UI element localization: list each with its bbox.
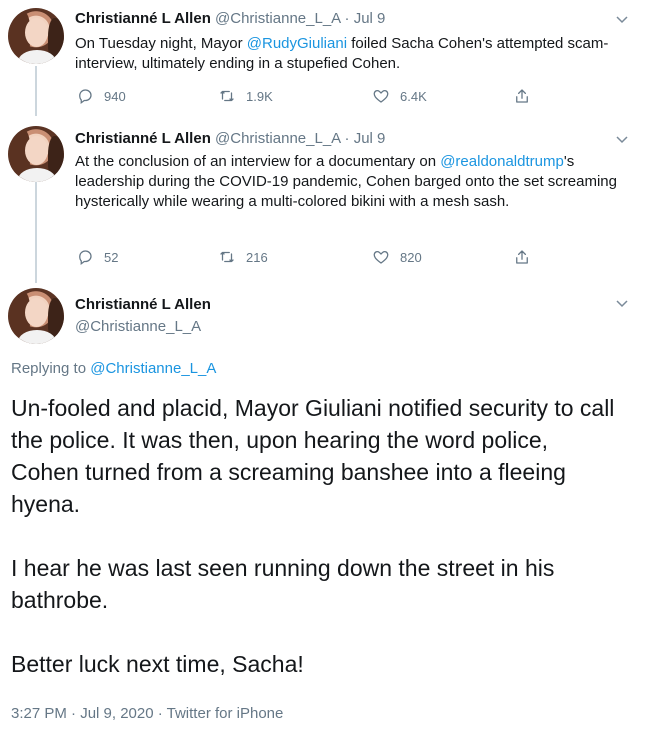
- author-handle[interactable]: @Christianne_L_A: [75, 316, 211, 338]
- retweet-button[interactable]: 216: [218, 247, 268, 267]
- author-handle[interactable]: @Christianne_L_A: [215, 10, 340, 27]
- header-separator: ·: [344, 10, 350, 27]
- tweet-text-part: On Tuesday night, Mayor: [75, 35, 247, 52]
- like-count: 820: [400, 249, 422, 265]
- reply-count: 940: [104, 88, 126, 104]
- replying-prefix: Replying to: [11, 360, 91, 377]
- tweet-date[interactable]: Jul 9: [354, 130, 386, 147]
- share-icon: [516, 250, 528, 264]
- chevron-down-icon[interactable]: [615, 132, 629, 146]
- share-button[interactable]: [513, 247, 531, 267]
- author-name[interactable]: Christianné L Allen: [75, 10, 211, 27]
- reply-icon: [79, 250, 92, 266]
- reply-icon: [79, 89, 92, 105]
- heart-icon: [373, 90, 389, 103]
- tweet-actions: 940 1.9K 6.4K: [76, 86, 546, 106]
- avatar[interactable]: [8, 288, 64, 344]
- tweet-text: On Tuesday night, Mayor @RudyGiuliani fo…: [75, 34, 630, 74]
- tweet-actions: 52 216 820: [76, 247, 546, 267]
- main-tweet-text: Un-fooled and placid, Mayor Giuliani not…: [11, 395, 615, 677]
- tweet[interactable]: Christianné L Allen @Christianne_L_A · J…: [0, 120, 647, 285]
- avatar[interactable]: [8, 8, 64, 64]
- tweet-timestamp[interactable]: 3:27 PM · Jul 9, 2020 · Twitter for iPho…: [11, 705, 283, 722]
- reply-count: 52: [104, 249, 119, 265]
- avatar[interactable]: [8, 126, 64, 182]
- share-icon: [516, 89, 528, 103]
- retweet-button[interactable]: 1.9K: [218, 86, 273, 106]
- like-button[interactable]: 820: [372, 247, 422, 267]
- mention-link[interactable]: @realdonaldtrump: [440, 153, 564, 170]
- tweet-header: Christianné L Allen @Christianne_L_A · J…: [75, 9, 385, 29]
- main-tweet-header: Christianné L Allen @Christianne_L_A: [75, 294, 211, 338]
- retweet-count: 1.9K: [246, 88, 273, 104]
- header-separator: ·: [344, 130, 350, 147]
- heart-icon: [373, 251, 389, 264]
- reply-button[interactable]: 52: [76, 247, 118, 267]
- like-count: 6.4K: [400, 88, 427, 104]
- replying-to-line: Replying to @Christianne_L_A: [11, 360, 216, 377]
- author-handle[interactable]: @Christianne_L_A: [215, 130, 340, 147]
- retweet-icon: [220, 90, 234, 102]
- retweet-icon: [220, 251, 234, 263]
- replying-to-link[interactable]: @Christianne_L_A: [90, 360, 216, 377]
- tweet[interactable]: Christianné L Allen @Christianne_L_A · J…: [0, 0, 647, 120]
- tweet-header: Christianné L Allen @Christianne_L_A · J…: [75, 129, 385, 149]
- share-button[interactable]: [513, 86, 531, 106]
- tweet-text: At the conclusion of an interview for a …: [75, 152, 630, 212]
- reply-button[interactable]: 940: [76, 86, 126, 106]
- like-button[interactable]: 6.4K: [372, 86, 427, 106]
- tweet-text-part: At the conclusion of an interview for a …: [75, 153, 441, 170]
- retweet-count: 216: [246, 249, 268, 265]
- mention-link[interactable]: @RudyGiuliani: [247, 35, 347, 52]
- author-name[interactable]: Christianné L Allen: [75, 294, 211, 316]
- tweet-date[interactable]: Jul 9: [354, 10, 386, 27]
- chevron-down-icon[interactable]: [615, 296, 629, 310]
- chevron-down-icon[interactable]: [615, 12, 629, 26]
- author-name[interactable]: Christianné L Allen: [75, 130, 211, 147]
